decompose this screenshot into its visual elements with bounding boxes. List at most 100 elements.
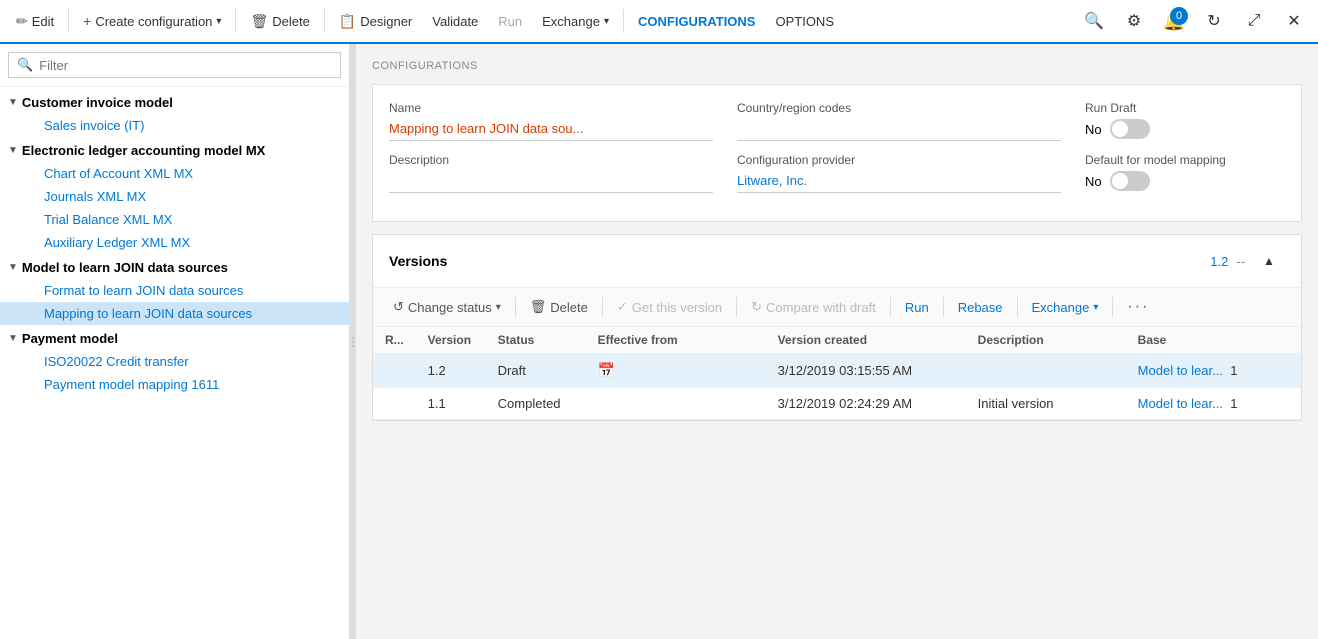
form-row-2: Description Configuration provider Litwa… (389, 153, 1285, 193)
v-sep4 (890, 297, 891, 317)
exchange-button[interactable]: Exchange ▾ (534, 10, 617, 33)
tree-item-auxiliary[interactable]: Auxiliary Ledger XML MX (0, 231, 349, 254)
right-panel: CONFIGURATIONS Name Mapping to learn JOI… (356, 44, 1318, 639)
trash-icon: 🗑 (530, 299, 547, 315)
calendar-icon[interactable]: 📅 (598, 362, 615, 378)
table-row[interactable]: 1.1 Completed 3/12/2019 02:24:29 AM Init… (373, 388, 1301, 420)
table-body: 1.2 Draft 📅 3/12/2019 03:15:55 AM Model … (373, 354, 1301, 420)
table-row[interactable]: 1.2 Draft 📅 3/12/2019 03:15:55 AM Model … (373, 354, 1301, 388)
versions-header: Versions 1.2 -- ▲ (373, 235, 1301, 288)
get-this-version-button[interactable]: ✓ Get this version (609, 295, 730, 319)
base-link-2[interactable]: Model to lear... (1138, 396, 1223, 411)
section-label: CONFIGURATIONS (372, 60, 1302, 72)
rebase-button[interactable]: Rebase (950, 296, 1011, 319)
versions-exchange-button[interactable]: Exchange ▾ (1024, 296, 1107, 319)
col-header-base: Base (1126, 327, 1301, 354)
chevron-icon: ▼ (8, 333, 18, 344)
tree-item-iso20022[interactable]: ISO20022 Credit transfer (0, 350, 349, 373)
filter-wrap: 🔍 (8, 52, 341, 78)
options-tab[interactable]: OPTIONS (767, 10, 842, 33)
tree-group-header-payment[interactable]: ▼ Payment model (0, 327, 349, 350)
cell-status-1: Draft (486, 354, 586, 388)
tree-item-payment-mapping[interactable]: Payment model mapping 1611 (0, 373, 349, 396)
cell-created-2: 3/12/2019 02:24:29 AM (766, 388, 966, 420)
country-value (737, 119, 1061, 141)
delete-button[interactable]: 🗑 Delete (242, 9, 317, 34)
v-sep5 (943, 297, 944, 317)
cell-r-2 (373, 388, 416, 420)
run-draft-label: Run Draft (1085, 101, 1285, 115)
v-sep2 (602, 297, 603, 317)
configurations-tab[interactable]: CONFIGURATIONS (630, 10, 763, 33)
compare-draft-button[interactable]: ↻ Compare with draft (743, 295, 884, 319)
chevron-icon: ▼ (8, 97, 18, 108)
form-field-country: Country/region codes (737, 101, 1061, 141)
tree-group-header-model-join[interactable]: ▼ Model to learn JOIN data sources (0, 256, 349, 279)
cell-r-1 (373, 354, 416, 388)
left-panel: 🔍 ▼ Customer invoice model Sales invoice… (0, 44, 350, 639)
main-toolbar: ✏ Edit + Create configuration ▾ 🗑 Delete… (0, 0, 1318, 44)
plus-icon: + (83, 13, 91, 29)
tree-group-header-customer[interactable]: ▼ Customer invoice model (0, 91, 349, 114)
tree-group-electronic-ledger: ▼ Electronic ledger accounting model MX … (0, 139, 349, 254)
versions-title: Versions (389, 253, 447, 269)
col-header-version: Version (416, 327, 486, 354)
tree-item-mapping-join[interactable]: Mapping to learn JOIN data sources (0, 302, 349, 325)
col-header-description: Description (966, 327, 1126, 354)
change-status-button[interactable]: ↺ Change status ▾ (385, 295, 509, 319)
version-num-display: 1.2 (1210, 254, 1228, 269)
versions-toolbar: ↺ Change status ▾ 🗑 Delete ✓ Get this ve… (373, 288, 1301, 327)
v-sep3 (736, 297, 737, 317)
run-draft-toggle[interactable] (1110, 119, 1150, 139)
designer-button[interactable]: 📋 Designer (331, 9, 420, 34)
run-button[interactable]: Run (490, 10, 530, 33)
tree-item-sales-invoice[interactable]: Sales invoice (IT) (0, 114, 349, 137)
dash-sep: -- (1236, 254, 1245, 269)
tree-item-trial-balance[interactable]: Trial Balance XML MX (0, 208, 349, 231)
refresh-button[interactable]: ↻ (1198, 5, 1230, 37)
settings-button[interactable]: ⚙ (1118, 5, 1150, 37)
country-label: Country/region codes (737, 101, 1061, 115)
cell-base-1: Model to lear... 1 (1126, 354, 1301, 388)
versions-run-button[interactable]: Run (897, 296, 937, 319)
cell-desc-1 (966, 354, 1126, 388)
versions-collapse-button[interactable]: ▲ (1253, 245, 1285, 277)
config-form: Name Mapping to learn JOIN data sou... C… (372, 84, 1302, 222)
tree-item-format-join[interactable]: Format to learn JOIN data sources (0, 279, 349, 302)
form-field-run-draft: Run Draft No (1085, 101, 1285, 141)
open-new-button[interactable]: ⤢ (1238, 5, 1270, 37)
search-button[interactable]: 🔍 (1078, 5, 1110, 37)
tree-group-header-electronic[interactable]: ▼ Electronic ledger accounting model MX (0, 139, 349, 162)
filter-input[interactable] (39, 58, 332, 73)
edit-button[interactable]: ✏ Edit (8, 9, 62, 34)
close-button[interactable]: ✕ (1278, 5, 1310, 37)
get-icon: ✓ (617, 299, 628, 315)
more-options-button[interactable]: ··· (1119, 294, 1157, 320)
table-header-row: R... Version Status Effective from Versi… (373, 327, 1301, 354)
cell-base-2: Model to lear... 1 (1126, 388, 1301, 420)
run-draft-value: No (1085, 122, 1102, 137)
base-link-1[interactable]: Model to lear... (1138, 363, 1223, 378)
delete-icon: 🗑 (250, 13, 268, 30)
tree-item-chart-account[interactable]: Chart of Account XML MX (0, 162, 349, 185)
sep1 (68, 9, 69, 33)
default-toggle[interactable] (1110, 171, 1150, 191)
sep2 (235, 9, 236, 33)
v-sep7 (1112, 297, 1113, 317)
designer-icon: 📋 (339, 13, 356, 30)
notification-wrap: 🔔 0 (1158, 5, 1190, 37)
versions-delete-button[interactable]: 🗑 Delete (522, 295, 596, 319)
versions-table: R... Version Status Effective from Versi… (373, 327, 1301, 420)
col-header-effective: Effective from (586, 327, 766, 354)
cell-effective-2 (586, 388, 766, 420)
create-configuration-button[interactable]: + Create configuration ▾ (75, 9, 229, 33)
provider-label: Configuration provider (737, 153, 1061, 167)
cell-version-1: 1.2 (416, 354, 486, 388)
base-num-1: 1 (1230, 363, 1237, 378)
group-label: Electronic ledger accounting model MX (22, 143, 265, 158)
tree-item-journals[interactable]: Journals XML MX (0, 185, 349, 208)
edit-icon: ✏ (16, 13, 28, 30)
chevron-down-icon: ▾ (1093, 302, 1098, 313)
search-icon: 🔍 (17, 57, 33, 73)
validate-button[interactable]: Validate (424, 10, 486, 33)
